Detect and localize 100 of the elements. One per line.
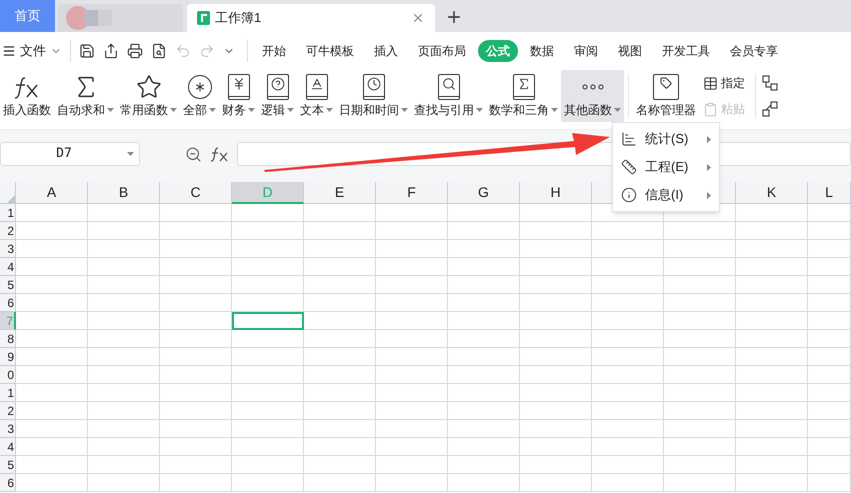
grid-cell[interactable] [304,312,376,330]
grid-cell[interactable] [448,312,520,330]
grid-cell[interactable] [232,330,304,348]
row-header[interactable]: 6 [0,294,16,312]
grid-cell[interactable] [376,294,448,312]
select-all-corner-icon[interactable] [7,195,15,203]
grid-cell[interactable] [88,438,160,456]
link-boxes-icon[interactable] [762,101,778,117]
grid-cell[interactable] [232,366,304,384]
grid-cell[interactable] [304,330,376,348]
grid-cell[interactable] [304,438,376,456]
menu-item[interactable]: 信息(I) [613,181,719,209]
grid-cell[interactable] [664,438,736,456]
grid-cell[interactable] [88,204,160,222]
grid-cell[interactable] [376,330,448,348]
grid-cell[interactable] [232,420,304,438]
column-header[interactable]: K [736,182,808,204]
grid-cell[interactable] [808,276,851,294]
grid-cell[interactable] [808,204,851,222]
ribbon-button[interactable]: 日期和时间 [336,70,411,122]
grid-cell[interactable] [232,222,304,240]
grid-cell[interactable] [808,240,851,258]
grid-cell[interactable] [376,312,448,330]
row-header[interactable]: 9 [0,348,16,366]
zoom-out-icon[interactable] [185,146,202,162]
column-header[interactable]: C [160,182,232,204]
column-header[interactable]: A [16,182,88,204]
grid-cell[interactable] [88,456,160,474]
grid-cell[interactable] [592,402,664,420]
row-header[interactable]: 8 [0,330,16,348]
grid-cell[interactable] [376,348,448,366]
grid-cell[interactable] [736,240,808,258]
ribbon-tab[interactable]: 会员专享 [722,40,786,62]
grid-cell[interactable] [448,366,520,384]
grid-cell[interactable] [304,420,376,438]
grid-cell[interactable] [808,294,851,312]
row-header[interactable]: 1 [0,204,16,222]
grid-cell[interactable] [160,384,232,402]
ribbon-button[interactable]: 全部 [180,70,219,122]
column-header[interactable]: H [520,182,592,204]
grid-cell[interactable] [736,348,808,366]
grid-cell[interactable] [448,438,520,456]
grid-cell[interactable] [376,366,448,384]
grid-cell[interactable] [736,438,808,456]
grid-cell[interactable] [736,312,808,330]
grid-cell[interactable] [520,402,592,420]
grid-cell[interactable] [520,276,592,294]
grid-cell[interactable] [304,474,376,492]
grid-cell[interactable] [376,420,448,438]
grid-cell[interactable] [664,330,736,348]
grid-cell[interactable] [88,384,160,402]
grid-cell[interactable] [448,330,520,348]
grid-cell[interactable] [88,348,160,366]
grid-cell[interactable] [664,240,736,258]
grid-cell[interactable] [376,222,448,240]
grid-cell[interactable] [16,330,88,348]
row-header[interactable]: 2 [0,402,16,420]
grid-cell[interactable] [88,402,160,420]
grid-cell[interactable] [448,348,520,366]
row-header[interactable]: 1 [0,384,16,402]
grid-cell[interactable] [736,366,808,384]
grid-cell[interactable] [16,294,88,312]
grid-cell[interactable] [592,366,664,384]
row-header[interactable]: 3 [0,420,16,438]
grid-cell[interactable] [160,456,232,474]
redo-icon[interactable] [199,43,215,59]
grid-cell[interactable] [520,330,592,348]
grid-cell[interactable] [808,474,851,492]
menu-icon[interactable] [2,44,16,58]
row-header[interactable]: 0 [0,366,16,384]
grid-cell[interactable] [664,474,736,492]
row-header[interactable]: 4 [0,438,16,456]
grid-cell[interactable] [520,204,592,222]
grid-cell[interactable] [16,348,88,366]
grid-cell[interactable] [448,276,520,294]
grid-cell[interactable] [376,240,448,258]
row-header[interactable]: 3 [0,240,16,258]
grid-cell[interactable] [664,294,736,312]
grid-cell[interactable] [160,420,232,438]
grid-cell[interactable] [232,240,304,258]
grid-cell[interactable] [304,384,376,402]
grid-cell[interactable] [520,456,592,474]
grid-cell[interactable] [736,222,808,240]
grid-cell[interactable] [736,474,808,492]
grid-cell[interactable] [592,348,664,366]
grid-cell[interactable] [16,276,88,294]
ribbon-tab[interactable]: 插入 [366,40,406,62]
grid-cell[interactable] [592,474,664,492]
grid-cell[interactable] [448,258,520,276]
ribbon-button[interactable]: 逻辑 [258,70,297,122]
grid-cell[interactable] [520,222,592,240]
grid-cell[interactable] [808,312,851,330]
grid-cell[interactable] [808,438,851,456]
name-box[interactable]: D7 [0,142,140,166]
grid-cell[interactable] [520,312,592,330]
grid-cell[interactable] [16,222,88,240]
ribbon-button[interactable]: 财务 [219,70,258,122]
ribbon-small-button[interactable]: 指定 [703,74,745,92]
preview-icon[interactable] [151,43,167,59]
blurred-tab[interactable] [58,4,183,32]
